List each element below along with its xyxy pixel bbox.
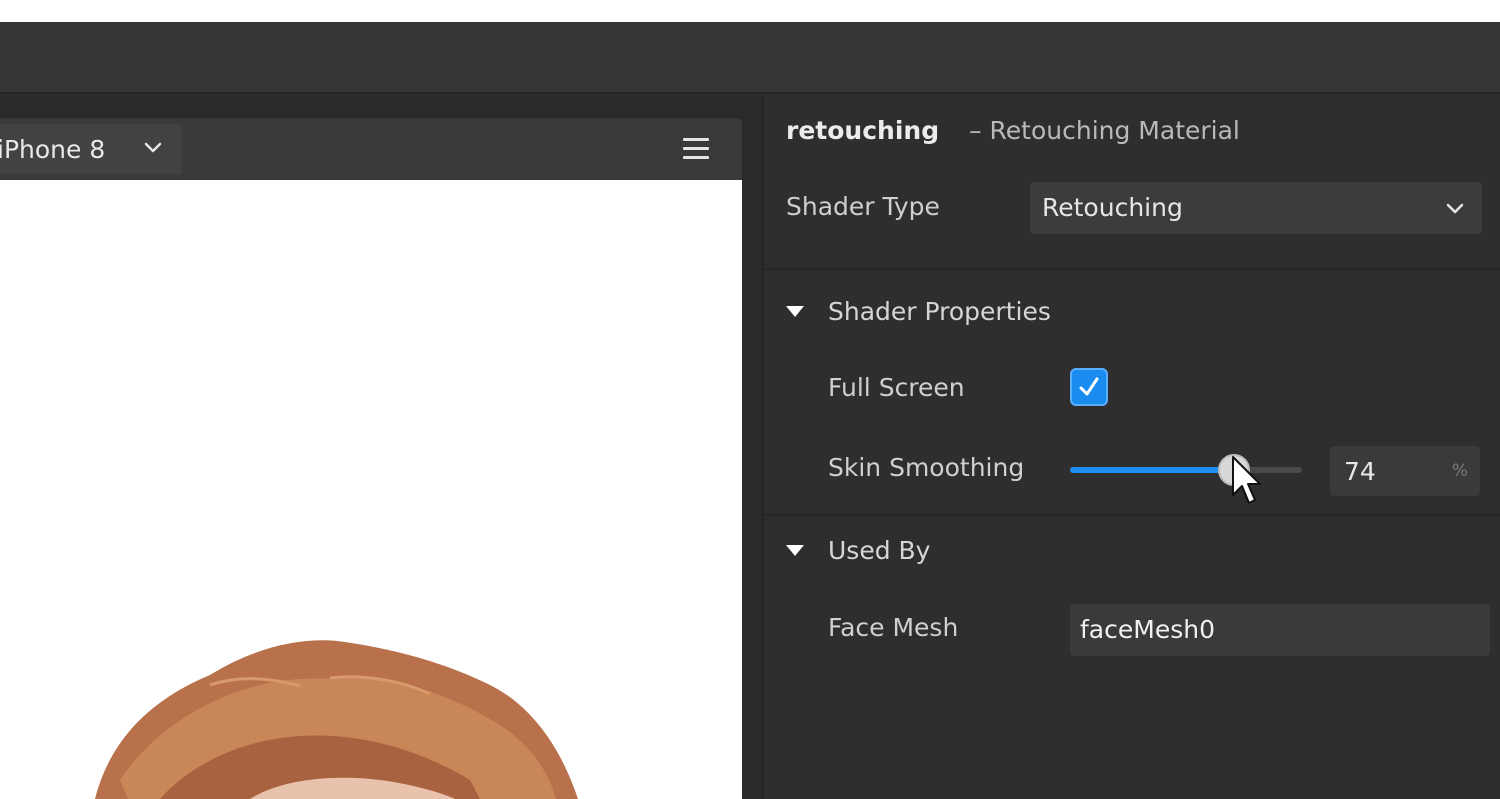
full-screen-checkbox[interactable] [1070, 368, 1108, 406]
material-title: retouching – Retouching Material [786, 116, 1240, 156]
skin-smoothing-slider[interactable] [1070, 453, 1302, 487]
separator [764, 268, 1500, 270]
chevron-down-icon [142, 136, 164, 158]
inspector-panel: retouching – Retouching Material Shader … [764, 96, 1500, 799]
face-mesh-field[interactable]: faceMesh0 [1070, 604, 1490, 656]
material-type: – Retouching Material [969, 116, 1240, 145]
device-label: iPhone 8 [0, 134, 106, 164]
chevron-down-icon [1444, 197, 1466, 219]
triangle-down-icon [786, 544, 804, 556]
face-preview-image [95, 640, 578, 799]
shader-type-select[interactable]: Retouching [1030, 182, 1482, 234]
checkmark-icon [1079, 377, 1099, 396]
top-toolbar [0, 22, 1500, 94]
mouse-cursor-icon [1232, 456, 1261, 504]
full-screen-label: Full Screen [828, 373, 965, 402]
percent-unit: % [1451, 461, 1468, 481]
material-name: retouching [786, 116, 940, 145]
skin-smoothing-value-field[interactable]: 74 % [1330, 446, 1480, 496]
viewport-panel: iPhone 8 [0, 96, 742, 799]
hamburger-menu-icon[interactable] [680, 136, 712, 162]
app-window: iPhone 8 retouching – Retouching Materia… [0, 22, 1500, 799]
slider-fill [1070, 467, 1234, 473]
used-by-label: Used By [828, 535, 931, 565]
shader-type-value: Retouching [1042, 193, 1183, 222]
used-by-header[interactable]: Used By [786, 530, 930, 570]
shader-properties-label: Shader Properties [828, 296, 1051, 326]
preview-canvas[interactable] [0, 180, 742, 799]
panel-divider[interactable] [742, 96, 764, 799]
shader-type-label: Shader Type [786, 192, 940, 221]
skin-smoothing-value: 74 [1344, 457, 1376, 486]
shader-properties-header[interactable]: Shader Properties [786, 291, 1051, 331]
triangle-down-icon [786, 305, 804, 317]
face-mesh-label: Face Mesh [828, 613, 959, 642]
skin-smoothing-label: Skin Smoothing [828, 453, 1025, 482]
separator [764, 514, 1500, 516]
device-select[interactable]: iPhone 8 [0, 124, 182, 174]
face-mesh-value: faceMesh0 [1080, 615, 1215, 644]
viewport-toolbar: iPhone 8 [0, 118, 742, 180]
